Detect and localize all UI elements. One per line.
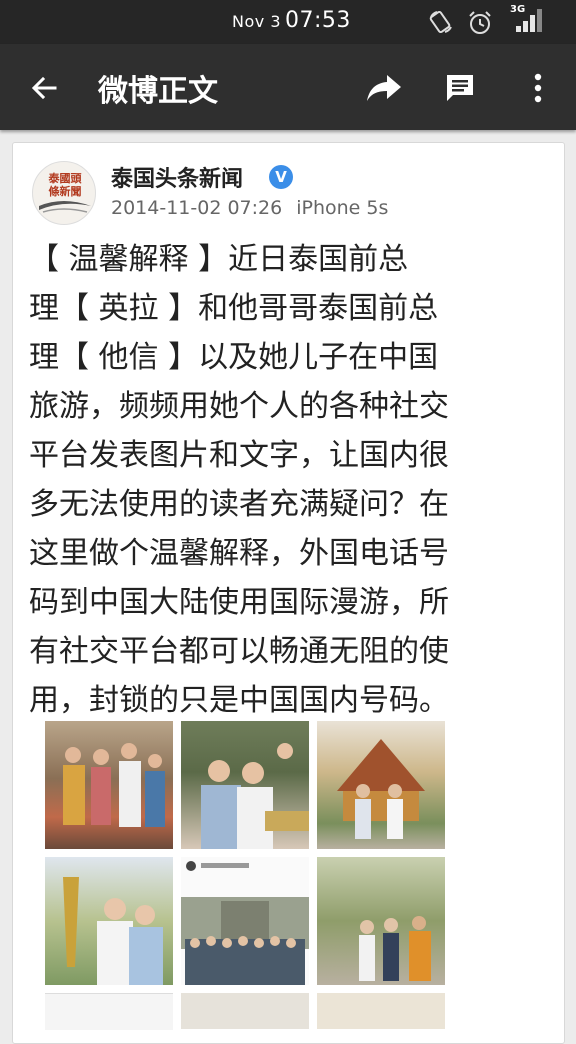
status-bar: Nov 3 07:53 3G	[0, 0, 576, 44]
back-arrow-icon	[31, 76, 57, 100]
post-body-line: 平台发表图片和文字，让国内很	[29, 438, 449, 473]
app-bar: 微博正文	[0, 44, 576, 130]
photo-thumbnail[interactable]	[317, 857, 445, 985]
comment-button[interactable]	[438, 66, 482, 110]
avatar[interactable]: 泰國頭條新聞	[32, 161, 96, 225]
post-body-line: 多无法使用的读者充满疑问？在	[29, 487, 449, 522]
network-type-label: 3G	[510, 4, 526, 15]
logo-swoosh-icon	[39, 201, 91, 213]
photo-thumbnail[interactable]	[181, 857, 309, 985]
post-body-line: 旅游，频频用她个人的各种社交	[29, 389, 449, 424]
share-button[interactable]	[362, 66, 406, 110]
alarm-icon	[466, 9, 494, 41]
screen-rotate-icon	[428, 9, 454, 39]
page-title: 微博正文	[98, 74, 218, 109]
post-timestamp: 2014-11-02 07:26	[111, 197, 283, 219]
photo-thumbnail[interactable]	[45, 993, 173, 1030]
comment-icon	[447, 75, 473, 101]
post-body: 【 温馨解释 】近日泰国前总 理【 英拉 】和他哥哥泰国前总 理【 他信 】以及…	[29, 235, 549, 725]
status-time: 07:53	[285, 8, 351, 33]
post-body-line: 有社交平台都可以畅通无阻的使	[29, 634, 449, 669]
share-icon	[367, 75, 401, 101]
post-body-line: 码到中国大陆使用国际漫游，所	[29, 585, 449, 620]
signal-icon: 3G	[508, 4, 544, 38]
status-clock: Nov 3 07:53	[232, 8, 351, 33]
post-body-line: 【 温馨解释 】近日泰国前总	[29, 242, 409, 277]
more-options-button[interactable]	[516, 66, 560, 110]
username[interactable]: 泰国头条新闻	[111, 161, 243, 193]
post-body-line: 这里做个温馨解释，外国电话号	[29, 536, 449, 571]
photo-thumbnail[interactable]	[317, 721, 445, 849]
post-body-line: 理【 英拉 】和他哥哥泰国前总	[29, 291, 439, 326]
post-device: iPhone 5s	[296, 197, 389, 219]
verified-badge-icon: V	[269, 165, 293, 189]
status-date: Nov 3	[232, 12, 281, 31]
photo-thumbnail[interactable]	[45, 857, 173, 985]
post-meta: 2014-11-02 07:26 iPhone 5s	[111, 197, 388, 219]
post-body-line: 用，封锁的只是中国国内号码。	[29, 683, 449, 718]
back-button[interactable]	[22, 66, 66, 110]
photo-thumbnail[interactable]	[45, 721, 173, 849]
post-body-line: 理【 他信 】以及她儿子在中国	[29, 340, 439, 375]
more-vert-icon	[534, 73, 542, 103]
post-card: 泰國頭條新聞 泰国头条新闻 V 2014-11-02 07:26 iPhone 5…	[12, 142, 565, 1044]
photo-thumbnail[interactable]	[181, 721, 309, 849]
